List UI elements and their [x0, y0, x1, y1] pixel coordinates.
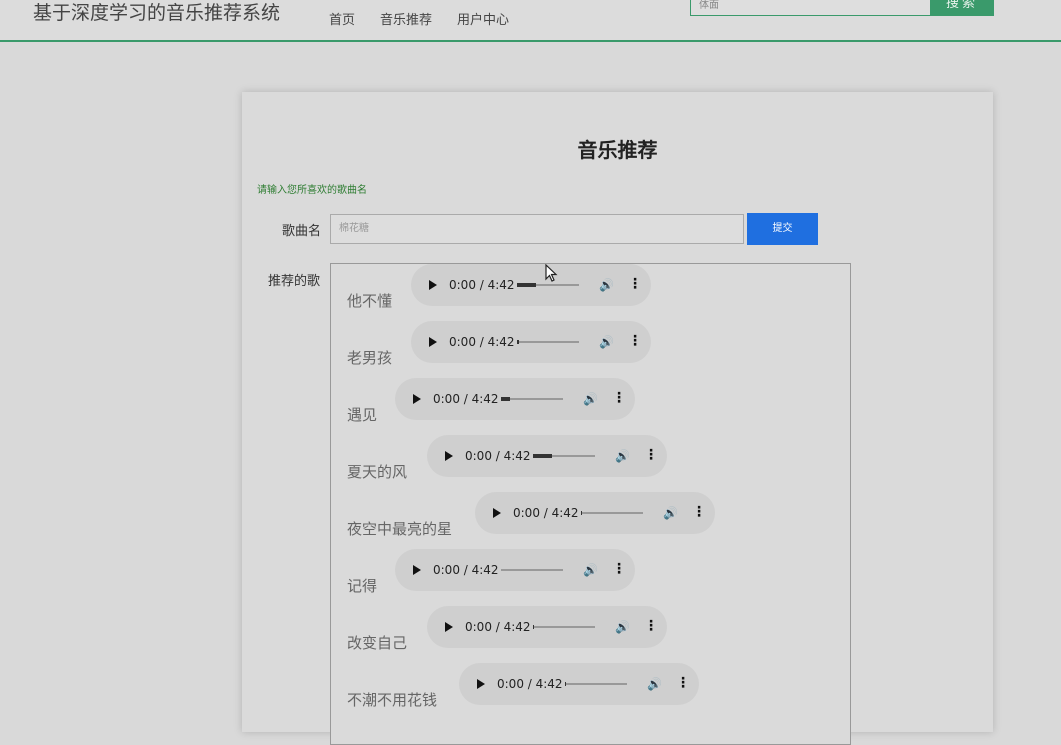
play-icon[interactable] [429, 280, 437, 290]
site-brand[interactable]: 基于深度学习的音乐推荐系统 [33, 0, 280, 25]
audio-progress-bar[interactable] [533, 625, 595, 629]
audio-progress-fill [533, 454, 552, 458]
audio-player[interactable]: 0:00 / 4:42 🔊 ⋮ [411, 264, 651, 306]
search-button[interactable]: 搜索 [930, 0, 994, 16]
song-title: 不潮不用花钱 [347, 691, 438, 709]
audio-progress-fill [581, 511, 583, 515]
top-navbar: 基于深度学习的音乐推荐系统 首页 音乐推荐 用户中心 体面 搜索 [0, 0, 1061, 42]
nav-user-center[interactable]: 用户中心 [457, 9, 509, 28]
more-vertical-icon[interactable]: ⋮ [628, 333, 642, 349]
audio-player[interactable]: 0:00 / 4:42 🔊 ⋮ [395, 549, 635, 591]
audio-time: 0:00 / 4:42 [433, 392, 499, 406]
song-row: 不潮不用花钱 0:00 / 4:42 🔊 ⋮ [331, 663, 850, 720]
play-icon[interactable] [413, 394, 421, 404]
nav-music-recommend[interactable]: 音乐推荐 [380, 9, 432, 28]
song-name-label: 歌曲名 [282, 224, 322, 239]
audio-progress-bar[interactable] [533, 454, 595, 458]
audio-progress-bar[interactable] [501, 397, 563, 401]
audio-time: 0:00 / 4:42 [465, 620, 531, 634]
song-title: 他不懂 [347, 292, 393, 310]
audio-progress-fill [501, 397, 511, 401]
audio-progress-bar[interactable] [517, 340, 579, 344]
volume-icon[interactable]: 🔊 [663, 506, 678, 520]
volume-icon[interactable]: 🔊 [599, 335, 614, 349]
mouse-cursor-icon [545, 264, 558, 282]
page-title-text: 音乐推荐 [577, 138, 658, 162]
audio-progress-bar[interactable] [565, 682, 627, 686]
audio-player[interactable]: 0:00 / 4:42 🔊 ⋮ [411, 321, 651, 363]
audio-progress-fill [565, 682, 567, 686]
more-vertical-icon[interactable]: ⋮ [676, 675, 690, 691]
play-icon[interactable] [429, 337, 437, 347]
audio-time: 0:00 / 4:42 [433, 563, 499, 577]
audio-progress-bar[interactable] [581, 511, 643, 515]
search-input[interactable]: 体面 [690, 0, 938, 16]
audio-progress-fill [517, 340, 519, 344]
song-name-input[interactable]: 棉花糖 [330, 214, 744, 244]
song-title: 改变自己 [347, 634, 408, 652]
more-vertical-icon[interactable]: ⋮ [612, 561, 626, 577]
nav-home[interactable]: 首页 [329, 9, 355, 28]
audio-progress-bar[interactable] [517, 283, 579, 287]
recommended-songs-label: 推荐的歌 [268, 274, 321, 289]
volume-icon[interactable]: 🔊 [583, 392, 598, 406]
audio-progress-bar[interactable] [501, 569, 563, 571]
volume-icon[interactable]: 🔊 [647, 677, 662, 691]
input-hint: 请输入您所喜欢的歌曲名 [257, 185, 367, 196]
play-icon[interactable] [477, 679, 485, 689]
song-row: 遇见 0:00 / 4:42 🔊 ⋮ [331, 378, 850, 435]
play-icon[interactable] [445, 622, 453, 632]
audio-time: 0:00 / 4:42 [449, 278, 515, 292]
song-title: 老男孩 [347, 349, 393, 367]
audio-progress-fill [517, 283, 536, 287]
song-row: 夜空中最亮的星 0:00 / 4:42 🔊 ⋮ [331, 492, 850, 549]
song-row: 记得 0:00 / 4:42 🔊 ⋮ [331, 549, 850, 606]
audio-player[interactable]: 0:00 / 4:42 🔊 ⋮ [395, 378, 635, 420]
more-vertical-icon[interactable]: ⋮ [612, 390, 626, 406]
song-row: 他不懂 0:00 / 4:42 🔊 ⋮ [331, 264, 850, 321]
song-row: 老男孩 0:00 / 4:42 🔊 ⋮ [331, 321, 850, 378]
song-title: 遇见 [347, 406, 378, 424]
audio-time: 0:00 / 4:42 [497, 677, 563, 691]
recommend-card: 音乐推荐 请输入您所喜欢的歌曲名 歌曲名 棉花糖 提交 推荐的歌 他不懂 0:00… [242, 92, 993, 745]
song-title: 夜空中最亮的星 [347, 520, 453, 538]
recommended-songs-list[interactable]: 他不懂 0:00 / 4:42 🔊 ⋮ 老男孩 0:00 / 4:42 🔊 ⋮ 遇见 0:00 /… [330, 263, 851, 745]
song-row: 改变自己 0:00 / 4:42 🔊 ⋮ [331, 606, 850, 663]
play-icon[interactable] [445, 451, 453, 461]
page-title: 音乐推荐 [242, 134, 993, 163]
audio-player[interactable]: 0:00 / 4:42 🔊 ⋮ [427, 606, 667, 648]
more-vertical-icon[interactable]: ⋮ [628, 276, 642, 292]
song-title: 记得 [347, 577, 378, 595]
audio-player[interactable]: 0:00 / 4:42 🔊 ⋮ [459, 663, 699, 705]
play-icon[interactable] [493, 508, 501, 518]
volume-icon[interactable]: 🔊 [615, 449, 630, 463]
play-icon[interactable] [413, 565, 421, 575]
volume-icon[interactable]: 🔊 [583, 563, 598, 577]
volume-icon[interactable]: 🔊 [615, 620, 630, 634]
more-vertical-icon[interactable]: ⋮ [644, 447, 658, 463]
more-vertical-icon[interactable]: ⋮ [644, 618, 658, 634]
volume-icon[interactable]: 🔊 [599, 278, 614, 292]
submit-button[interactable]: 提交 [747, 213, 818, 245]
song-row: 夏天的风 0:00 / 4:42 🔊 ⋮ [331, 435, 850, 492]
audio-time: 0:00 / 4:42 [449, 335, 515, 349]
audio-player[interactable]: 0:00 / 4:42 🔊 ⋮ [427, 435, 667, 477]
song-title: 夏天的风 [347, 463, 408, 481]
more-vertical-icon[interactable]: ⋮ [692, 504, 706, 520]
audio-player[interactable]: 0:00 / 4:42 🔊 ⋮ [475, 492, 715, 534]
audio-progress-fill [533, 625, 535, 629]
audio-time: 0:00 / 4:42 [513, 506, 579, 520]
audio-time: 0:00 / 4:42 [465, 449, 531, 463]
